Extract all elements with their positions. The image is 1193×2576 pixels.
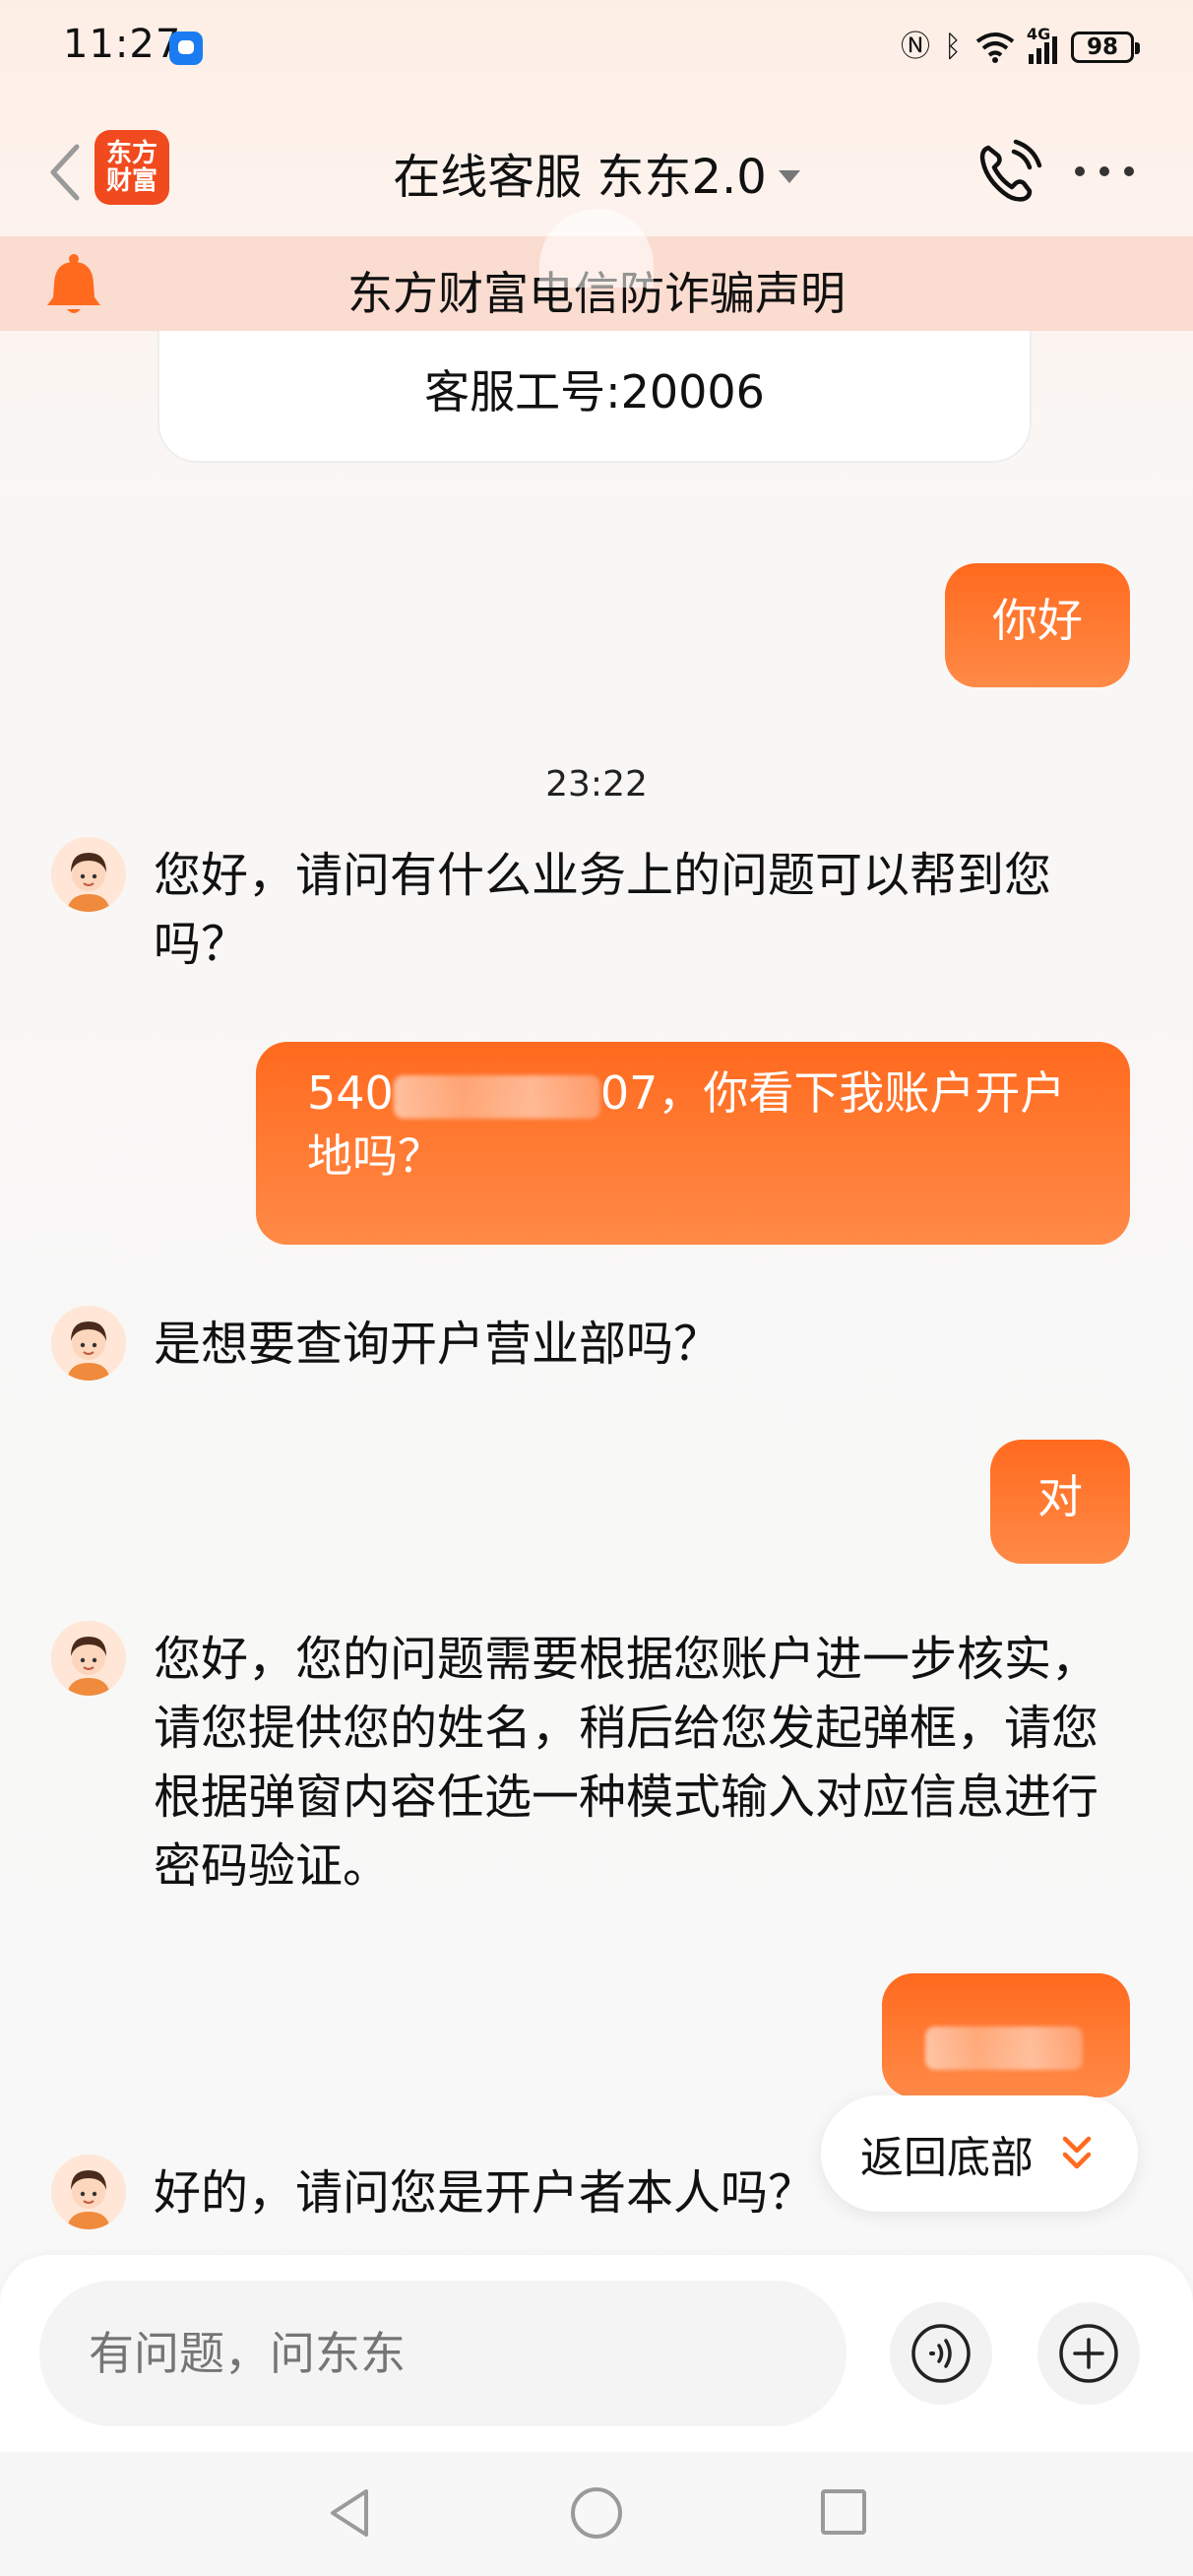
nav-home-icon[interactable] xyxy=(571,2487,622,2539)
status-time: 11:27 xyxy=(63,22,182,67)
message-input[interactable] xyxy=(39,2281,847,2426)
voice-input-button[interactable] xyxy=(890,2302,992,2405)
agent-avatar xyxy=(51,1621,126,1696)
user-message[interactable]: 你好 xyxy=(945,563,1130,687)
system-navigation-bar xyxy=(0,2452,1193,2576)
phone-call-icon[interactable] xyxy=(974,138,1043,207)
caret-down-icon xyxy=(778,169,800,183)
nav-recents-icon[interactable] xyxy=(821,2489,866,2535)
double-chevron-down-icon xyxy=(1062,2136,1092,2169)
message-text: 你好 xyxy=(992,594,1083,647)
wifi-icon xyxy=(975,32,1015,63)
status-bar: 11:27 Ⓝ ᛒ 4G 98 xyxy=(0,0,1193,91)
signal-icon: 4G xyxy=(1027,25,1057,64)
nav-back-icon[interactable] xyxy=(325,2485,374,2541)
bluetooth-icon: ᛒ xyxy=(944,30,962,64)
network-type: 4G xyxy=(1027,25,1051,43)
page-title-text: 在线客服 东东2.0 xyxy=(393,150,767,205)
agent-info-card: 客服工号:20006 xyxy=(157,331,1032,463)
agent-avatar xyxy=(51,2155,126,2229)
redacted-account-number xyxy=(393,1074,600,1119)
notification-app-icon xyxy=(169,32,203,65)
agent-id: 客服工号:20006 xyxy=(424,365,765,419)
agent-avatar xyxy=(51,837,126,912)
back-to-bottom-button[interactable]: 返回底部 xyxy=(821,2095,1138,2212)
message-input-bar xyxy=(0,2255,1193,2452)
message-timestamp: 23:22 xyxy=(545,764,648,805)
agent-message: 您好，请问有什么业务上的问题可以帮到您吗？ xyxy=(51,837,1134,985)
battery-level: 98 xyxy=(1086,34,1118,60)
back-to-bottom-label: 返回底部 xyxy=(860,2133,1034,2183)
user-message[interactable]: 540 07，你看下我账户开户地吗？ xyxy=(256,1042,1130,1245)
add-attachment-button[interactable] xyxy=(1037,2302,1140,2405)
message-text: 是想要查询开户营业部吗？ xyxy=(154,1317,722,1372)
chat-page: 11:27 Ⓝ ᛒ 4G 98 东方 财富 在线客服 东东2.0 东方财富电信防… xyxy=(0,0,1193,2576)
message-text: 对 xyxy=(1037,1470,1083,1523)
status-icons: Ⓝ ᛒ 4G 98 xyxy=(901,25,1140,67)
agent-message: 您好，您的问题需要根据您账户进一步核实，请您提供您的姓名，稍后给您发起弹框，请您… xyxy=(51,1621,1134,1916)
agent-message: 是想要查询开户营业部吗？ xyxy=(51,1306,1134,1385)
voice-icon xyxy=(911,2324,971,2383)
message-text: 您好，请问有什么业务上的问题可以帮到您吗？ xyxy=(154,848,1052,972)
agent-avatar xyxy=(51,1306,126,1381)
user-message[interactable] xyxy=(882,1973,1130,2097)
more-options-button[interactable] xyxy=(1075,161,1134,181)
user-message[interactable]: 对 xyxy=(990,1440,1130,1564)
message-text-prefix: 540 xyxy=(307,1066,394,1120)
redacted-user-name xyxy=(925,2026,1083,2070)
battery-icon: 98 xyxy=(1071,32,1140,63)
plus-circle-icon xyxy=(1059,2324,1118,2383)
nfc-icon: Ⓝ xyxy=(901,30,930,64)
message-text: 您好，您的问题需要根据您账户进一步核实，请您提供您的姓名，稍后给您发起弹框，请您… xyxy=(154,1632,1099,1894)
